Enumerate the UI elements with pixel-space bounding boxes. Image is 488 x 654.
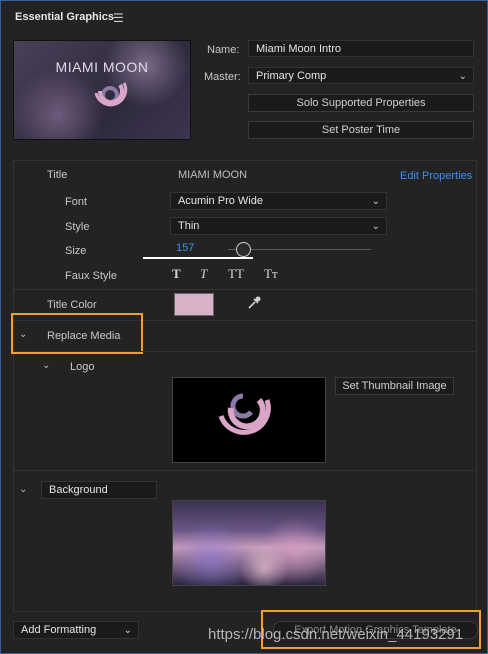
poster-thumbnail: MIAMI MOON — [13, 40, 191, 140]
add-formatting-label: Add Formatting — [21, 624, 97, 636]
logo-label: Logo — [70, 361, 95, 373]
chevron-down-icon[interactable]: ⌄ — [42, 360, 50, 371]
chevron-down-icon: ⌄ — [123, 625, 132, 636]
title-color-swatch[interactable] — [174, 293, 214, 316]
eyedropper-icon[interactable] — [246, 295, 262, 311]
hamburger-icon[interactable]: ☰ — [113, 11, 124, 25]
small-caps-button[interactable]: Tт — [264, 266, 278, 282]
style-select-value: Thin — [178, 220, 200, 232]
background-name-field[interactable]: Background — [41, 481, 157, 499]
edit-properties-link[interactable]: Edit Properties — [400, 170, 472, 182]
name-field[interactable]: Miami Moon Intro — [248, 40, 474, 57]
faux-bold-button[interactable]: T — [172, 266, 181, 282]
master-select[interactable]: Primary Comp ⌄ — [248, 67, 474, 84]
faux-italic-button[interactable]: T — [200, 266, 207, 282]
name-label: Name: — [207, 44, 240, 56]
title-value[interactable]: MIAMI MOON — [178, 169, 247, 181]
essential-graphics-panel: Essential Graphics ☰ MIAMI MOON Name: Mi… — [0, 0, 488, 654]
size-slider-handle[interactable] — [236, 242, 251, 257]
background-media-thumbnail[interactable] — [172, 500, 326, 586]
font-select-value: Acumin Pro Wide — [178, 195, 263, 207]
font-label: Font — [65, 196, 88, 208]
moon-logo-icon — [94, 82, 128, 107]
moon-logo-icon — [218, 393, 271, 435]
style-select[interactable]: Thin ⌄ — [170, 217, 387, 235]
set-poster-time-button[interactable]: Set Poster Time — [248, 121, 474, 139]
size-value[interactable]: 157 — [176, 242, 194, 254]
panel-title: Essential Graphics — [15, 11, 115, 23]
divider — [13, 351, 477, 352]
annotation-underline — [143, 257, 253, 259]
watermark-text: https://blog.csdn.net/weixin_44193291 — [208, 626, 464, 643]
chevron-down-icon: ⌄ — [371, 221, 380, 232]
size-label: Size — [65, 245, 87, 257]
divider — [13, 470, 477, 471]
all-caps-button[interactable]: TT — [228, 266, 244, 282]
chevron-down-icon[interactable]: ⌄ — [19, 329, 27, 340]
chevron-down-icon: ⌄ — [371, 196, 380, 207]
chevron-down-icon: ⌄ — [458, 71, 467, 82]
set-thumbnail-image-button[interactable]: Set Thumbnail Image — [335, 377, 454, 395]
divider — [13, 289, 477, 290]
replace-media-label: Replace Media — [47, 330, 121, 342]
title-color-label: Title Color — [47, 299, 97, 311]
master-select-value: Primary Comp — [256, 70, 327, 82]
chevron-down-icon[interactable]: ⌄ — [19, 484, 27, 495]
solo-supported-properties-button[interactable]: Solo Supported Properties — [248, 94, 474, 112]
font-select[interactable]: Acumin Pro Wide ⌄ — [170, 192, 387, 210]
style-label: Style — [65, 221, 90, 233]
master-label: Master: — [204, 71, 241, 83]
logo-media-thumbnail[interactable] — [172, 377, 326, 463]
faux-style-label: Faux Style — [65, 270, 117, 282]
add-formatting-select[interactable]: Add Formatting ⌄ — [13, 621, 139, 639]
title-label: Title — [47, 169, 68, 181]
